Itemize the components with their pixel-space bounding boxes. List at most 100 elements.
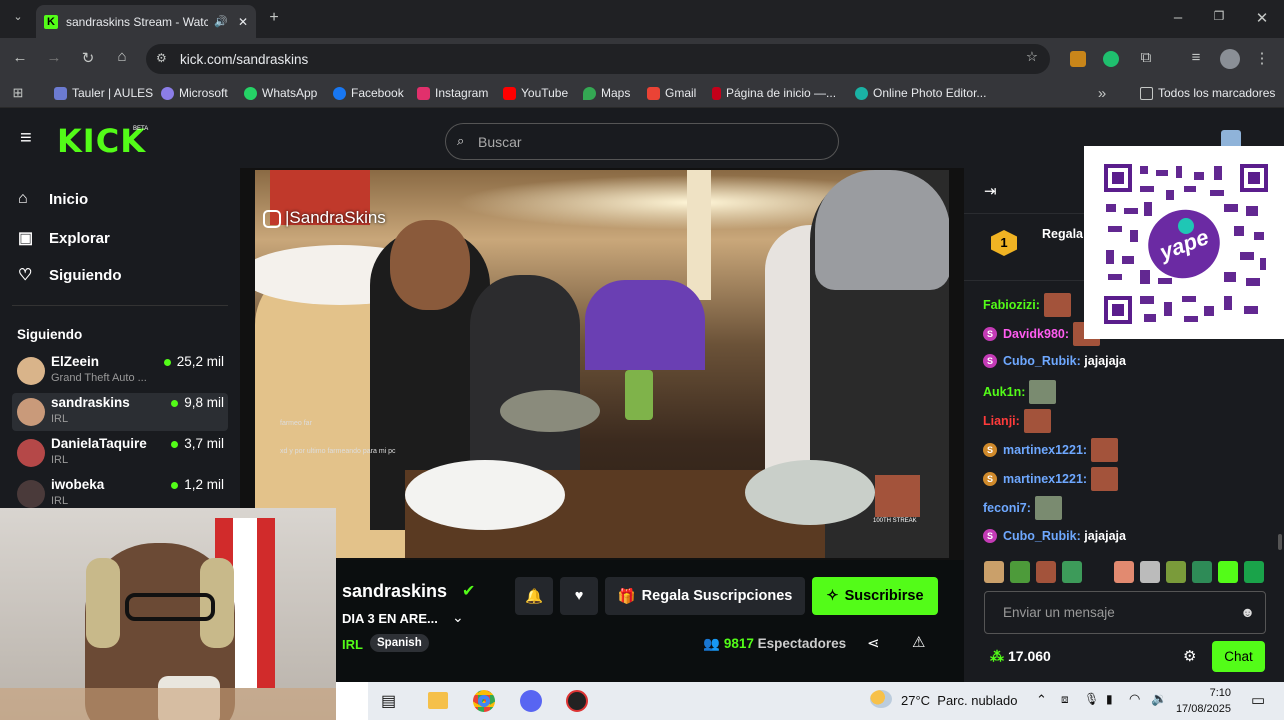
chat-send-button[interactable]: Chat: [1212, 641, 1265, 672]
emote-icon[interactable]: [1010, 561, 1030, 583]
headphones-left: [86, 558, 120, 648]
chat-scrollbar[interactable]: [1278, 534, 1282, 550]
bookmark-whatsapp[interactable]: WhatsApp: [244, 86, 317, 100]
back-icon[interactable]: ←: [10, 49, 30, 66]
home-icon[interactable]: ⌂: [112, 48, 132, 65]
emote-icon[interactable]: [1036, 561, 1056, 583]
emoji-icon[interactable]: ☻: [1240, 604, 1255, 620]
close-tab-icon[interactable]: ✕: [238, 15, 248, 29]
weather-text[interactable]: 27°C Parc. nublado: [901, 693, 1018, 708]
tab-title: sandraskins Stream - Watch: [66, 14, 209, 29]
bookmark-photo-editor[interactable]: Online Photo Editor...: [855, 86, 986, 100]
profile-avatar[interactable]: [1220, 49, 1240, 69]
report-warning-icon[interactable]: ⚠: [912, 633, 925, 651]
browser-tab[interactable]: K sandraskins Stream - Watch 🔊 ✕: [36, 5, 256, 38]
emote-icon[interactable]: [1166, 561, 1186, 583]
close-window-icon[interactable]: ✕: [1252, 9, 1272, 27]
viewers-icon: 👥: [703, 636, 720, 651]
file-explorer-icon[interactable]: [428, 692, 448, 709]
nav-siguiendo[interactable]: ♡ Siguiendo: [18, 265, 122, 285]
notify-bell-button[interactable]: 🔔: [515, 577, 553, 615]
emote-icon[interactable]: [1244, 561, 1264, 583]
video-player[interactable]: |SandraSkins farmeo far xd y por ultimo …: [240, 168, 964, 560]
apps-grid-icon[interactable]: ⊞: [8, 85, 28, 101]
kick-favicon-icon: K: [44, 14, 58, 29]
chat-settings-gear-icon[interactable]: ⚙: [1183, 647, 1196, 665]
chat-message: Fabiozizi:: [983, 293, 1071, 317]
chat-message: S Cubo_Rubik: jajajaja: [983, 529, 1126, 543]
sub-badge-icon: S: [983, 472, 997, 486]
gift-subs-button[interactable]: 🎁 Regala Suscripciones: [605, 577, 805, 615]
emote-icon[interactable]: [1114, 561, 1134, 583]
extension-2-icon[interactable]: [1103, 51, 1119, 67]
category-link[interactable]: IRL: [342, 637, 363, 652]
new-tab-icon[interactable]: +: [264, 9, 284, 27]
restore-icon[interactable]: ❐: [1209, 9, 1229, 23]
clock-time[interactable]: 7:10: [1171, 687, 1231, 699]
forward-icon[interactable]: →: [44, 49, 64, 66]
browser-menu-icon[interactable]: ⋮: [1252, 49, 1272, 67]
windows-taskbar: ▤ 27°C Parc. nublado ⌃ ⧈ 🎙 ▮ ◠ 🔉 7:10 17…: [336, 682, 1284, 720]
task-view-icon[interactable]: ▤: [381, 691, 396, 711]
notifications-icon[interactable]: ▭: [1251, 691, 1265, 709]
site-info-icon[interactable]: ⚙: [156, 51, 167, 65]
bookmark-gmail[interactable]: Gmail: [647, 86, 696, 100]
verified-icon: ✔: [462, 583, 476, 600]
emote-icon[interactable]: [1062, 561, 1082, 583]
obs-icon[interactable]: [566, 690, 588, 712]
tab-search-icon[interactable]: ⌄: [8, 10, 28, 23]
nav-explorar[interactable]: ▣ Explorar: [18, 228, 110, 248]
nav-inicio[interactable]: ⌂ Inicio: [18, 190, 88, 208]
tray-chevron-icon[interactable]: ⌃: [1036, 692, 1047, 708]
media-control-icon[interactable]: ≡: [1186, 49, 1206, 66]
following-title: Siguiendo: [17, 327, 83, 342]
channel-points[interactable]: ⁂ 17.060: [990, 648, 1051, 665]
hamburger-menu-icon[interactable]: ≡: [20, 128, 32, 148]
wifi-icon[interactable]: ◠: [1129, 691, 1140, 707]
tray-icon[interactable]: ⧈: [1061, 692, 1069, 707]
following-item-danielataquire[interactable]: DanielaTaquire IRL 3,7 mil: [12, 434, 228, 472]
extensions-puzzle-icon[interactable]: ⧉: [1136, 49, 1156, 66]
chat-message: S Davidk980:: [983, 322, 1101, 346]
share-icon[interactable]: ⋖: [867, 634, 880, 652]
bookmark-microsoft[interactable]: Microsoft: [161, 86, 228, 100]
following-item-sandraskins[interactable]: sandraskins IRL 9,8 mil: [12, 393, 228, 431]
chrome-icon[interactable]: [473, 690, 495, 712]
bookmark-star-icon[interactable]: ☆: [1026, 49, 1038, 65]
pillar: [687, 170, 711, 300]
bookmark-maps[interactable]: Maps: [583, 86, 630, 100]
more-bookmarks-icon[interactable]: »: [1092, 85, 1112, 102]
bookmark-youtube[interactable]: YouTube: [503, 86, 568, 100]
search-icon: ⌕: [457, 133, 465, 148]
expand-title-icon[interactable]: ⌄: [452, 609, 464, 626]
search-input[interactable]: ⌕ Buscar: [445, 123, 839, 160]
streamer-name[interactable]: sandraskins: [342, 581, 447, 602]
follow-heart-button[interactable]: ♥: [560, 577, 598, 615]
all-bookmarks[interactable]: Todos los marcadores: [1140, 86, 1275, 100]
clock-date[interactable]: 17/08/2025: [1164, 703, 1231, 715]
emote-icon[interactable]: [1218, 561, 1238, 583]
bookmark-pagina-inicio[interactable]: Página de inicio —...: [712, 86, 836, 100]
emote-icon[interactable]: [984, 561, 1004, 583]
yape-qr-code: yape: [1084, 146, 1284, 339]
collapse-chat-icon[interactable]: ⇥: [984, 182, 997, 200]
following-item-elzeein[interactable]: ElZeein Grand Theft Auto ... 25,2 mil: [12, 352, 228, 390]
language-tag[interactable]: Spanish: [370, 634, 429, 652]
emote-icon[interactable]: [1140, 561, 1160, 583]
camera-icon[interactable]: ▮: [1106, 692, 1113, 706]
chat-message-input[interactable]: Enviar un mensaje ☻: [984, 591, 1266, 634]
reload-icon[interactable]: ↻: [78, 49, 98, 67]
bookmark-facebook[interactable]: Facebook: [333, 86, 404, 100]
app-icon[interactable]: [520, 690, 542, 712]
emote-icon[interactable]: [1192, 561, 1212, 583]
extension-icon[interactable]: [1070, 51, 1086, 67]
subscribe-button[interactable]: ✧ Suscribirse: [812, 577, 938, 615]
bookmark-tauler[interactable]: Tauler | AULES: [54, 86, 153, 100]
speaker-icon[interactable]: 🔊: [214, 15, 228, 28]
bookmark-instagram[interactable]: Instagram: [417, 86, 488, 100]
microphone-icon[interactable]: 🎙: [1084, 692, 1099, 706]
viewer-count: 👥 9817 Espectadores: [703, 636, 847, 651]
heart-icon: ♥: [574, 588, 584, 604]
minimize-icon[interactable]: –: [1168, 9, 1188, 26]
address-field[interactable]: ⚙ kick.com/sandraskins ☆: [146, 44, 1050, 74]
